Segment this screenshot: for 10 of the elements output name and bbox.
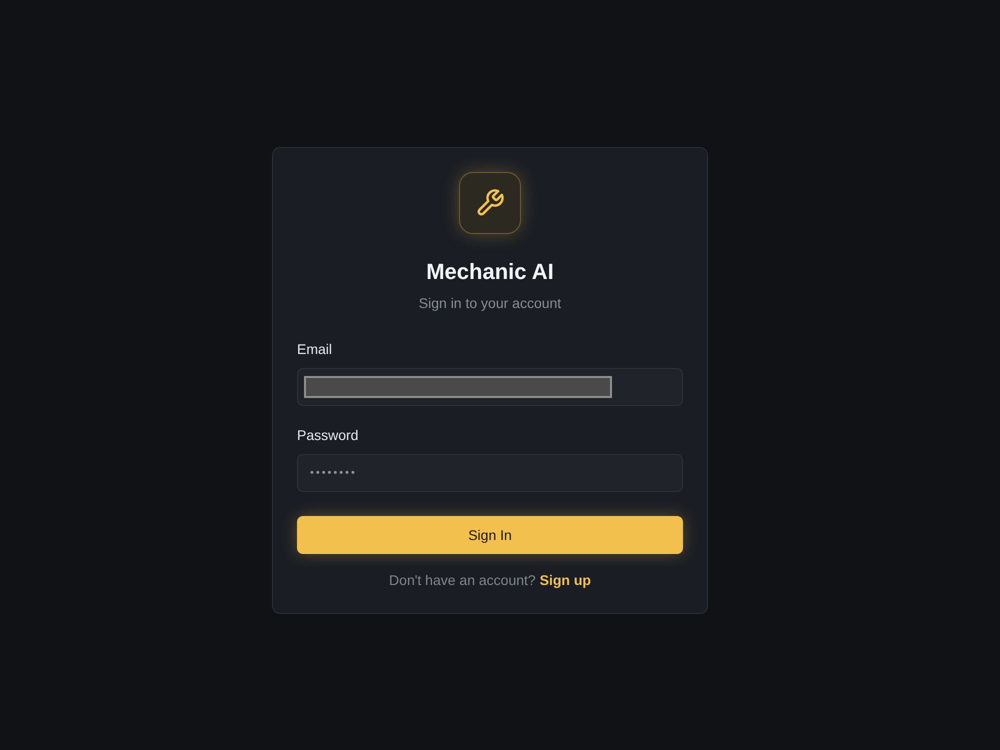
email-label: Email (297, 340, 332, 358)
sign-in-button[interactable]: Sign In (297, 516, 683, 554)
subtitle: Sign in to your account (418, 294, 562, 312)
app-title: Mechanic AI (426, 259, 554, 285)
signup-prompt: Don't have an account? Sign up (389, 571, 591, 589)
sign-up-link[interactable]: Sign up (540, 572, 591, 588)
password-label: Password (297, 426, 358, 444)
wrench-icon (459, 172, 521, 234)
email-field[interactable] (297, 368, 683, 406)
password-field[interactable]: •••••••• (297, 454, 683, 492)
